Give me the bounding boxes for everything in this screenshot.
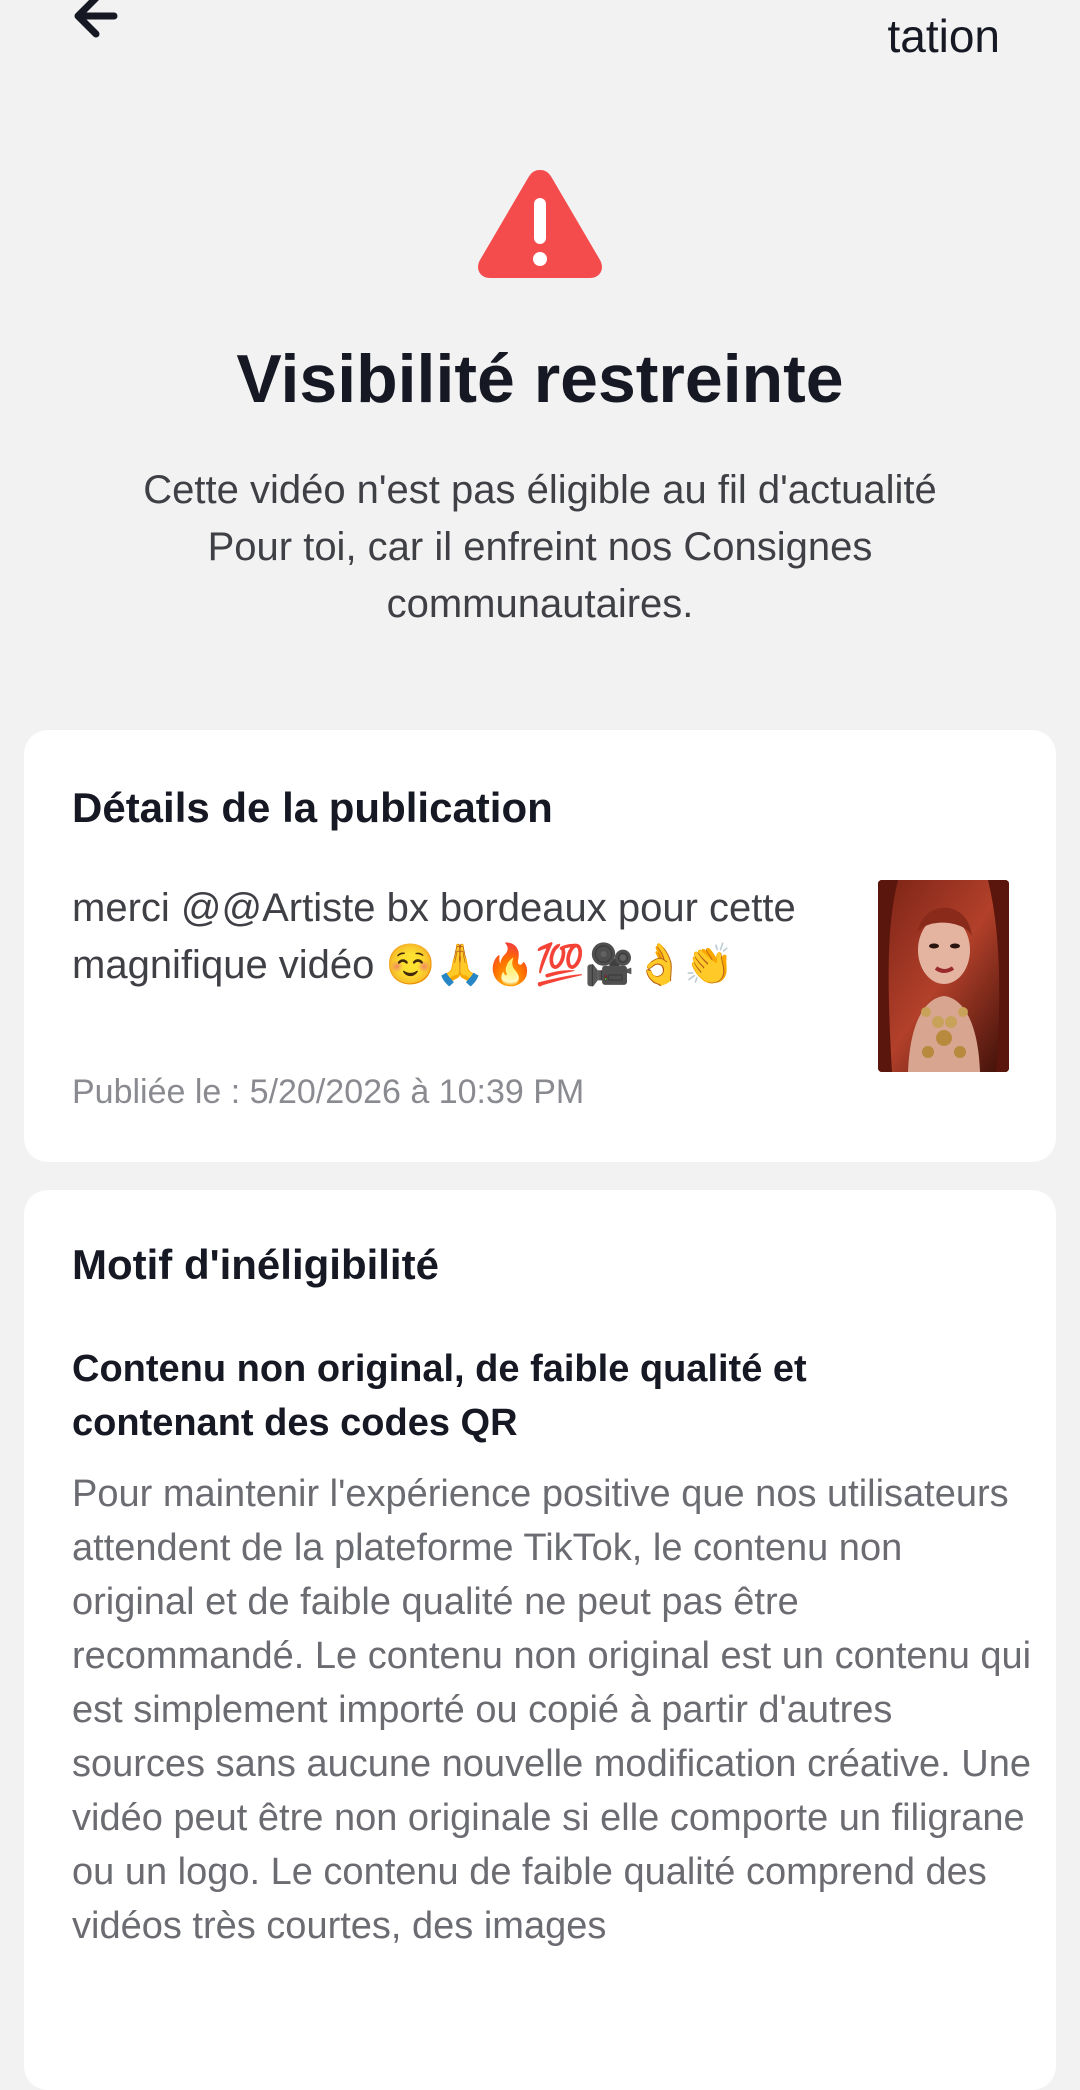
ineligibility-reason-card: Motif d'inéligibilité Contenu non origin… [24,1190,1056,2090]
reason-title: Contenu non original, de faible qualité … [72,1348,807,1444]
reason-body: Pour maintenir l'expérience positive que… [72,1473,1032,1947]
ineligibility-heading: Motif d'inéligibilité [72,1241,439,1288]
page-subtitle: Cette vidéo n'est pas éligible au fil d'… [143,468,937,626]
page-title: Visibilité restreinte [236,341,844,417]
video-thumbnail[interactable] [878,880,1009,1072]
header-partial-text: tation [887,10,1000,62]
post-details-card: Détails de la publication merci @@Artist… [24,730,1056,1162]
post-caption: merci @@Artiste bx bordeaux pour cette m… [72,886,796,987]
warning-triangle-icon [478,170,602,278]
top-bar: tation [0,0,1080,80]
post-published-date: Publiée le : 5/20/2026 à 10:39 PM [72,1073,585,1111]
thumbnail-image [878,880,1009,1072]
arrow-left-icon[interactable] [48,0,124,54]
post-details-heading: Détails de la publication [72,784,553,831]
